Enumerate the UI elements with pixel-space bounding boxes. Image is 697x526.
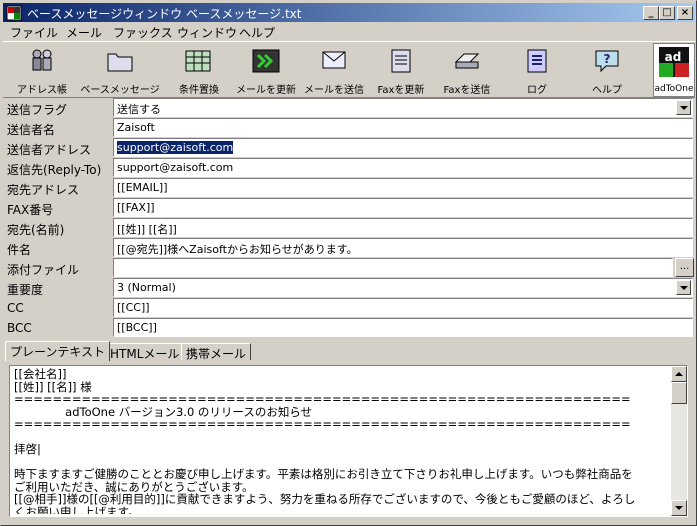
- tool-label: Faxを送信: [443, 85, 491, 96]
- tool-label: ヘルプ: [592, 85, 622, 96]
- menu-fax[interactable]: ファックス: [113, 24, 173, 41]
- cc-field[interactable]: [[CC]]: [113, 298, 693, 317]
- priority-label: 重要度: [7, 283, 44, 297]
- tool-label: メールを送信: [304, 85, 364, 96]
- subject-label: 件名: [7, 243, 32, 257]
- tool-label: Faxを更新: [377, 85, 425, 96]
- menu-window[interactable]: ウィンドウ: [177, 24, 237, 41]
- conditional-replace-button[interactable]: 条件置換: [169, 44, 229, 96]
- menu-file[interactable]: ファイル: [10, 24, 58, 41]
- to-name-field[interactable]: [[姓]] [[名]]: [113, 218, 693, 237]
- priority-value: 3 (Normal): [117, 281, 176, 294]
- attachment-label: 添付ファイル: [7, 263, 80, 277]
- reply-to-label: 返信先(Reply-To): [7, 163, 102, 177]
- reply-to-field[interactable]: support@zaisoft.com: [113, 158, 693, 177]
- fax-number-row: FAX番号 [[FAX]]: [3, 198, 695, 218]
- bcc-row: BCC [[BCC]]: [3, 318, 695, 338]
- tab-mobile-mail[interactable]: 携帯メール: [181, 343, 252, 361]
- message-window: ベースメッセージウィンドウ ベースメッセージ.txt _ □ × ファイル メー…: [0, 0, 697, 526]
- svg-text:?: ?: [604, 52, 611, 66]
- sender-address-row: 送信者アドレス support@zaisoft.com: [3, 138, 695, 158]
- tool-label: ベースメッセージ: [80, 85, 160, 96]
- address-book-icon: [32, 49, 52, 71]
- fax-number-label: FAX番号: [7, 203, 54, 217]
- tool-label: アドレス帳: [17, 85, 67, 96]
- tool-label: 条件置換: [179, 85, 219, 96]
- menu-mail[interactable]: メール: [66, 24, 102, 41]
- log-button[interactable]: ログ: [509, 44, 565, 96]
- base-message-button[interactable]: ベースメッセージ: [79, 44, 161, 96]
- send-mail-button[interactable]: メールを送信: [301, 44, 367, 96]
- tool-label: メールを更新: [236, 85, 296, 96]
- menu-help[interactable]: ヘルプ: [239, 24, 275, 41]
- body-text[interactable]: [[会社名]] [[姓]] [[名]] 様 ==================…: [14, 368, 669, 514]
- body-editor[interactable]: [[会社名]] [[姓]] [[名]] 様 ==================…: [9, 365, 688, 517]
- app-icon: [6, 5, 22, 21]
- title-bar[interactable]: ベースメッセージウィンドウ ベースメッセージ.txt _ □ ×: [3, 3, 695, 22]
- tab-html-mail[interactable]: HTMLメール: [105, 343, 185, 361]
- subject-row: 件名 [[@宛先]]様へZaisoftからお知らせがあります。: [3, 238, 695, 258]
- scroll-thumb[interactable]: [671, 382, 687, 404]
- maximize-button[interactable]: □: [659, 6, 675, 20]
- to-name-label: 宛先(名前): [7, 223, 65, 237]
- refresh-mail-button[interactable]: メールを更新: [233, 44, 299, 96]
- chevron-down-icon[interactable]: [676, 100, 691, 115]
- send-flag-select[interactable]: 送信する: [113, 98, 693, 117]
- help-button[interactable]: ? ヘルプ: [579, 44, 635, 96]
- scroll-down-icon[interactable]: [671, 500, 687, 516]
- sender-name-row: 送信者名 Zaisoft: [3, 118, 695, 138]
- fax-number-field[interactable]: [[FAX]]: [113, 198, 693, 217]
- tab-plain-text[interactable]: プレーンテキスト: [5, 341, 111, 361]
- toolbar: アドレス帳 ベースメッセージ 条件置換 メールを更新 メールを送信 Faxを更新…: [3, 41, 695, 98]
- refresh-mail-icon: [252, 49, 280, 73]
- sender-address-field[interactable]: support@zaisoft.com: [113, 138, 693, 157]
- chevron-down-icon[interactable]: [676, 280, 691, 295]
- address-book-button[interactable]: アドレス帳: [5, 44, 79, 96]
- brand-label: adToOne: [654, 84, 694, 94]
- send-fax-button[interactable]: Faxを送信: [435, 44, 499, 96]
- cc-label: CC: [7, 301, 24, 315]
- refresh-fax-button[interactable]: Faxを更新: [371, 44, 431, 96]
- adtoone-logo: ad adToOne: [653, 43, 695, 97]
- sender-address-value: support@zaisoft.com: [117, 141, 234, 154]
- fax-document-icon: [391, 49, 411, 73]
- body-tabs: プレーンテキスト HTMLメール 携帯メール: [5, 341, 695, 361]
- vertical-scrollbar[interactable]: [671, 366, 687, 516]
- menu-bar: ファイル メール ファックス ウィンドウ ヘルプ: [3, 22, 695, 41]
- bcc-label: BCC: [7, 321, 32, 335]
- attachment-field[interactable]: [113, 258, 673, 277]
- priority-select[interactable]: 3 (Normal): [113, 278, 693, 297]
- send-mail-icon: [322, 51, 346, 69]
- send-flag-row: 送信フラグ 送信する: [3, 98, 695, 118]
- window-title: ベースメッセージウィンドウ ベースメッセージ.txt: [27, 7, 302, 21]
- bcc-field[interactable]: [[BCC]]: [113, 318, 693, 337]
- fax-machine-icon: [454, 53, 480, 69]
- table-grid-icon: [185, 50, 211, 72]
- close-button[interactable]: ×: [677, 6, 693, 20]
- brand-logo-icon: ad: [659, 47, 689, 77]
- attachment-row: 添付ファイル ...: [3, 258, 695, 278]
- send-flag-label: 送信フラグ: [7, 103, 68, 117]
- sender-address-label: 送信者アドレス: [7, 143, 92, 157]
- minimize-button[interactable]: _: [643, 6, 659, 20]
- to-address-field[interactable]: [[EMAIL]]: [113, 178, 693, 197]
- sender-name-label: 送信者名: [7, 123, 56, 137]
- folder-icon: [107, 53, 133, 72]
- to-address-row: 宛先アドレス [[EMAIL]]: [3, 178, 695, 198]
- reply-to-row: 返信先(Reply-To) support@zaisoft.com: [3, 158, 695, 178]
- tool-label: ログ: [527, 85, 547, 96]
- to-name-row: 宛先(名前) [[姓]] [[名]]: [3, 218, 695, 238]
- to-address-label: 宛先アドレス: [7, 183, 80, 197]
- sender-name-field[interactable]: Zaisoft: [113, 118, 693, 137]
- cc-row: CC [[CC]]: [3, 298, 695, 318]
- log-icon: [527, 49, 547, 73]
- browse-button[interactable]: ...: [675, 258, 694, 277]
- subject-field[interactable]: [[@宛先]]様へZaisoftからお知らせがあります。: [113, 238, 693, 257]
- svg-text:ad: ad: [665, 50, 682, 64]
- scroll-up-icon[interactable]: [671, 366, 687, 382]
- priority-row: 重要度 3 (Normal): [3, 278, 695, 298]
- help-icon: ?: [595, 50, 619, 73]
- send-flag-value: 送信する: [117, 103, 161, 116]
